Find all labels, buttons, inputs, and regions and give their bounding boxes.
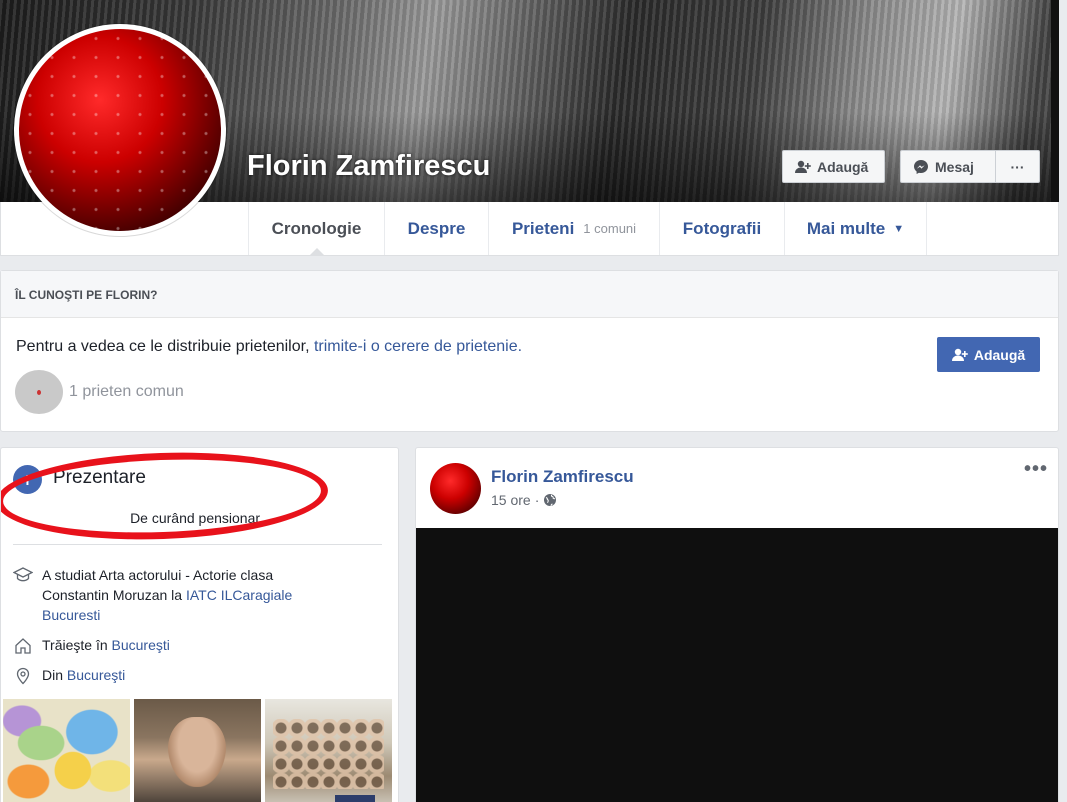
- globe-icon: [544, 494, 557, 506]
- education-info: A studiat Arta actorului - Actorie clasa…: [13, 565, 343, 625]
- photo-portrait[interactable]: [134, 699, 261, 802]
- post-meta: 15 ore ·: [491, 492, 557, 508]
- cover-edge: [1051, 0, 1059, 202]
- more-dots-icon: ···: [1010, 158, 1025, 175]
- post-options-icon[interactable]: •••: [1024, 458, 1048, 481]
- education-text: A studiat Arta actorului - Actorie clasa…: [42, 565, 343, 625]
- graduation-cap-icon: [13, 565, 33, 625]
- post-meta-separator: ·: [534, 492, 540, 508]
- timeline-post: Florin Zamfirescu 15 ore · •••: [415, 447, 1059, 802]
- from-info: Din Bucureşti: [13, 665, 343, 685]
- photo-map[interactable]: [3, 699, 130, 802]
- tab-more[interactable]: Mai multe ▼: [784, 202, 927, 255]
- message-button[interactable]: Mesaj: [900, 150, 996, 183]
- know-text: Pentru a vedea ce le distribuie prieteni…: [16, 338, 522, 356]
- mutual-friends-label: 1 prieten comun: [69, 383, 184, 400]
- add-friend-icon: [795, 160, 811, 173]
- intro-photos: [3, 699, 392, 802]
- message-label: Mesaj: [935, 158, 974, 175]
- lives-prefix: Trăieşte în: [42, 637, 112, 653]
- intro-card: i Prezentare De curând pensionar... A st…: [0, 447, 399, 802]
- post-author-avatar[interactable]: [430, 463, 481, 514]
- photo-group[interactable]: [265, 699, 392, 802]
- know-heading: ÎL CUNOŞTI PE FLORIN?: [1, 271, 1058, 318]
- caret-down-icon: ▼: [893, 222, 905, 235]
- mutual-friend-avatar[interactable]: [15, 370, 63, 414]
- tab-friends-mutual-count: 1 comuni: [583, 221, 637, 236]
- know-text-prefix: Pentru a vedea ce le distribuie prieteni…: [16, 338, 314, 355]
- lives-info: Trăieşte în Bucureşti: [13, 635, 343, 655]
- tab-friends[interactable]: Prieteni 1 comuni: [488, 202, 659, 255]
- current-city-link[interactable]: Bucureşti: [112, 637, 170, 653]
- tab-timeline-label: Cronologie: [271, 218, 362, 238]
- post-time[interactable]: 15 ore: [491, 492, 531, 508]
- mutual-friends[interactable]: 1 prieten comun: [15, 370, 184, 414]
- add-friend-primary-button[interactable]: Adaugă: [937, 337, 1040, 372]
- messenger-icon: [914, 159, 928, 174]
- know-florin-box: ÎL CUNOŞTI PE FLORIN? Pentru a vedea ce …: [0, 270, 1059, 432]
- divider: [13, 544, 382, 545]
- tab-about[interactable]: Despre: [384, 202, 488, 255]
- more-options-button[interactable]: ···: [995, 150, 1040, 183]
- add-friend-primary-label: Adaugă: [973, 346, 1026, 363]
- add-friend-icon: [951, 348, 968, 361]
- lives-text: Trăieşte în Bucureşti: [42, 635, 170, 655]
- add-friend-button[interactable]: Adaugă: [782, 150, 885, 183]
- post-author-name[interactable]: Florin Zamfirescu: [491, 467, 634, 487]
- tab-photos-label: Fotografii: [682, 218, 762, 238]
- location-pin-icon: [13, 665, 33, 685]
- tab-about-label: Despre: [407, 218, 466, 238]
- profile-name[interactable]: Florin Zamfirescu: [247, 150, 490, 183]
- intro-title: Prezentare: [53, 467, 146, 488]
- intro-bio: De curând pensionar...: [130, 510, 271, 526]
- add-friend-label: Adaugă: [817, 158, 869, 175]
- post-video[interactable]: [416, 528, 1058, 802]
- home-icon: [13, 635, 33, 655]
- from-text: Din Bucureşti: [42, 665, 125, 685]
- from-prefix: Din: [42, 667, 67, 683]
- tab-timeline[interactable]: Cronologie: [248, 202, 384, 256]
- send-friend-request-link[interactable]: trimite-i o cerere de prietenie.: [314, 338, 522, 355]
- globe-icon: i: [13, 465, 42, 494]
- tab-more-label: Mai multe: [806, 218, 886, 238]
- tab-friends-label: Prieteni: [511, 218, 575, 238]
- profile-picture[interactable]: [14, 24, 226, 236]
- hometown-link[interactable]: Bucureşti: [67, 667, 125, 683]
- profile-picture-image: [19, 29, 221, 231]
- highlight-ellipse: [1, 448, 330, 545]
- tab-photos[interactable]: Fotografii: [659, 202, 784, 255]
